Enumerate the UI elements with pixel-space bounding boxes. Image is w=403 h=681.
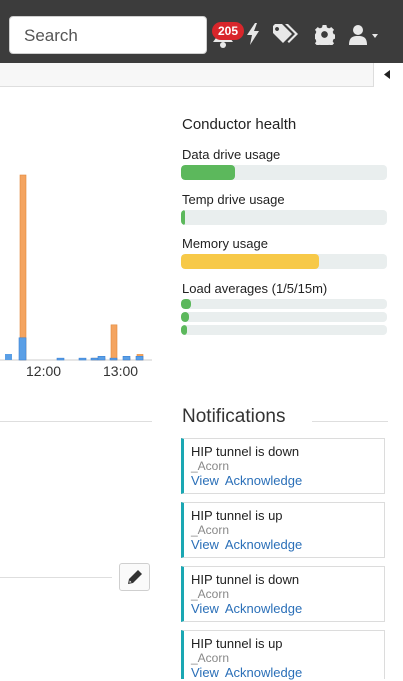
load-1m-fill xyxy=(181,299,192,309)
blue-series-bar xyxy=(135,356,144,361)
load-5m-progress xyxy=(181,312,387,322)
load-5m-fill xyxy=(181,312,190,322)
conductor-health-title: Conductor health xyxy=(182,116,297,133)
load-1m-progress xyxy=(181,299,387,309)
memory-fill xyxy=(181,254,320,269)
orange-series-bar xyxy=(110,324,118,361)
orange-series-bar xyxy=(19,174,27,361)
top-navbar: Search 205 xyxy=(0,0,403,63)
notifications-title: Notifications xyxy=(182,406,286,427)
blue-series-bar xyxy=(109,357,118,361)
gear-icon[interactable] xyxy=(315,25,335,45)
notification-title: HIP tunnel is down xyxy=(191,444,300,459)
caret-left-icon xyxy=(384,70,390,79)
view-link[interactable]: View xyxy=(191,665,219,680)
blue-series-bar xyxy=(18,337,27,361)
notifications-title-rule xyxy=(312,421,388,422)
tags-icon[interactable] xyxy=(273,24,299,44)
data-drive-label: Data drive usage xyxy=(182,147,281,162)
x-tick-label: 13:00 xyxy=(103,363,139,379)
collapse-sidebar-button[interactable] xyxy=(373,63,403,87)
data-drive-fill xyxy=(181,165,235,180)
blue-series-bar xyxy=(122,356,131,361)
notification-source: _Acorn xyxy=(191,459,230,473)
view-link[interactable]: View xyxy=(191,601,219,616)
view-link[interactable]: View xyxy=(191,537,219,552)
notification-title: HIP tunnel is up xyxy=(191,636,283,651)
blue-series-bar xyxy=(90,357,99,361)
toolbar-strip xyxy=(0,63,403,87)
memory-progress xyxy=(181,254,387,269)
pencil-icon xyxy=(128,570,142,584)
notification-source: _Acorn xyxy=(191,587,230,601)
load-15m-progress xyxy=(181,325,387,335)
notification-source: _Acorn xyxy=(191,651,230,665)
acknowledge-link[interactable]: Acknowledge xyxy=(225,665,302,680)
notification-card: HIP tunnel is down _Acorn View Acknowled… xyxy=(181,566,385,622)
load-averages-label: Load averages (1/5/15m) xyxy=(182,281,328,296)
notification-card: HIP tunnel is up _Acorn View Acknowledge xyxy=(181,630,385,680)
notification-card: HIP tunnel is down _Acorn View Acknowled… xyxy=(181,438,385,494)
section-divider xyxy=(0,577,112,578)
notification-title: HIP tunnel is up xyxy=(191,508,283,523)
blue-series-bar xyxy=(97,356,106,361)
blue-series-bar xyxy=(56,357,65,361)
notification-source: _Acorn xyxy=(191,523,230,537)
section-divider xyxy=(0,421,152,422)
blue-series-bar xyxy=(78,357,87,361)
temp-drive-fill xyxy=(181,210,186,225)
notification-title: HIP tunnel is down xyxy=(191,572,300,587)
bolt-icon[interactable] xyxy=(246,23,260,45)
acknowledge-link[interactable]: Acknowledge xyxy=(225,537,302,552)
x-tick-label: 12:00 xyxy=(26,363,62,379)
data-drive-progress xyxy=(181,165,387,180)
notification-count-badge[interactable]: 205 xyxy=(212,22,245,40)
view-link[interactable]: View xyxy=(191,473,219,488)
acknowledge-link[interactable]: Acknowledge xyxy=(225,473,302,488)
activity-bar-chart xyxy=(0,174,152,361)
temp-drive-label: Temp drive usage xyxy=(182,192,285,207)
memory-label: Memory usage xyxy=(182,236,268,251)
edit-button[interactable] xyxy=(119,563,150,591)
search-input[interactable]: Search xyxy=(9,16,207,54)
temp-drive-progress xyxy=(181,210,387,225)
blue-series-bar xyxy=(5,354,12,360)
acknowledge-link[interactable]: Acknowledge xyxy=(225,601,302,616)
notification-card: HIP tunnel is up _Acorn View Acknowledge xyxy=(181,502,385,558)
load-15m-fill xyxy=(181,325,188,335)
user-icon[interactable] xyxy=(349,25,381,45)
